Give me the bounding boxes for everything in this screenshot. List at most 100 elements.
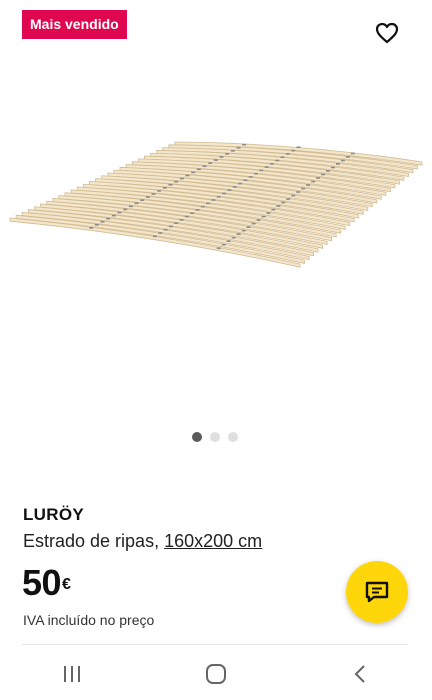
rail-segment [227, 189, 232, 191]
rail-segment [89, 227, 94, 229]
rail-segment [168, 225, 173, 228]
rail-segment [291, 194, 296, 197]
rail-segment [106, 217, 111, 220]
rail-segment [232, 186, 237, 188]
rail-segment [208, 162, 213, 164]
rail-segment [266, 212, 271, 214]
home-icon [206, 664, 226, 684]
rail-segment [163, 228, 168, 231]
rail-segment [174, 180, 179, 183]
rail-segment [241, 229, 246, 232]
product-name: LURÖY [23, 505, 84, 524]
product-description: Estrado de ripas, 160x200 cm [23, 531, 262, 552]
rail-segment [326, 170, 331, 172]
rail-segment [243, 179, 248, 182]
rail-segment [225, 153, 230, 155]
rail-segment [340, 159, 345, 162]
rail-segment [157, 190, 162, 192]
rail-segment [191, 171, 196, 174]
rail-segment [261, 215, 266, 218]
rail-segment [100, 220, 105, 223]
rail-segment [286, 198, 291, 200]
rail-segment [151, 193, 156, 195]
rail-segment [296, 191, 301, 193]
rail-segment [276, 205, 281, 207]
price: 50€ [22, 562, 71, 603]
recent-apps-icon [64, 666, 80, 682]
home-button[interactable] [186, 654, 246, 694]
carousel-dot-3[interactable] [228, 432, 238, 442]
rail-segment [271, 208, 276, 211]
slatted-bed-base-illustration [9, 141, 423, 268]
rail-segment [162, 187, 167, 189]
rail-segment [202, 165, 207, 168]
rail-segment [256, 219, 261, 221]
rail-segment [190, 212, 195, 215]
rail-segment [153, 235, 157, 238]
rail-segment [179, 219, 184, 221]
rail-segment [246, 226, 251, 228]
vat-note: IVA incluído no preço [23, 612, 155, 628]
rail-segment [264, 166, 269, 168]
rail-segment [301, 187, 306, 190]
product-type: Estrado de ripas, [23, 531, 165, 551]
best-seller-badge: Mais vendido [22, 10, 127, 39]
rail-segment [123, 208, 128, 211]
rail-segment [196, 168, 201, 171]
rail-segment [306, 184, 311, 186]
rail-segment [321, 173, 326, 176]
product-image[interactable] [0, 120, 432, 280]
rail-segment [195, 209, 200, 211]
rail-segment [111, 214, 116, 217]
rail-segment [158, 232, 163, 234]
rail-segment [216, 247, 221, 249]
rail-segment [185, 174, 190, 177]
carousel-indicator[interactable] [192, 432, 238, 442]
rail-segment [184, 215, 189, 218]
rail-segment [238, 182, 243, 185]
rail-segment [251, 222, 256, 225]
divider [22, 644, 408, 645]
rail-segment [140, 199, 145, 201]
rail-segment [236, 146, 241, 149]
rail-segment [259, 169, 264, 172]
back-button[interactable] [330, 654, 390, 694]
rail-segment [200, 205, 205, 208]
price-currency: € [62, 576, 71, 593]
rail-segment [335, 163, 340, 165]
carousel-dot-2[interactable] [210, 432, 220, 442]
rail-segment [128, 205, 133, 208]
rail-segment [236, 233, 241, 235]
heart-outline-icon [375, 22, 399, 44]
rail-segment [280, 156, 285, 158]
rail-segment [226, 240, 231, 242]
system-navigation-bar [0, 648, 432, 700]
rail-segment [134, 202, 139, 205]
rail-segment [94, 224, 99, 226]
rail-segment [221, 243, 226, 246]
rail-segment [174, 222, 179, 224]
rail-segment [330, 166, 335, 169]
chat-bubble-icon [365, 581, 389, 603]
rail-segment [253, 172, 258, 175]
back-icon [354, 665, 365, 683]
rail-segment [206, 202, 211, 205]
rail-segment [345, 156, 350, 158]
rail-segment [316, 177, 321, 179]
rail-segment [291, 149, 296, 152]
rail-segment [213, 159, 218, 161]
rail-segment [168, 183, 173, 186]
rail-segment [222, 192, 227, 195]
rail-segment [269, 162, 274, 165]
rail-segment [145, 196, 150, 198]
carousel-dot-1[interactable] [192, 432, 202, 442]
favorite-button[interactable] [374, 20, 400, 46]
rail-segment [296, 146, 301, 149]
chat-button[interactable] [346, 561, 408, 623]
recent-apps-button[interactable] [42, 654, 102, 694]
rail-segment [275, 159, 280, 162]
price-value: 50 [22, 562, 62, 603]
size-link[interactable]: 160x200 cm [164, 531, 262, 551]
rail-segment [179, 177, 184, 180]
rail-segment [117, 211, 122, 214]
